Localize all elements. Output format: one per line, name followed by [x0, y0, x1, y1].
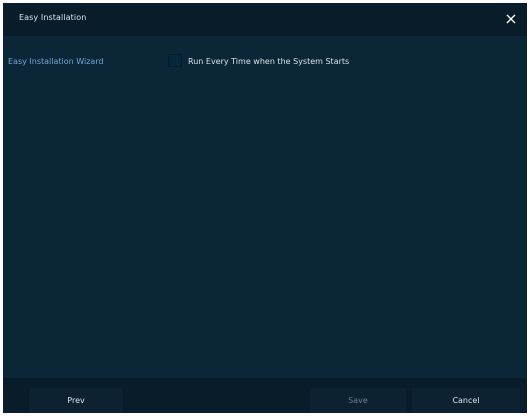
save-button[interactable]: Save	[310, 388, 406, 413]
easy-installation-dialog: Easy Installation × Easy Installation Wi…	[3, 3, 527, 413]
dialog-footer: Prev Save Cancel	[3, 378, 527, 413]
close-icon[interactable]: ×	[501, 9, 521, 29]
easy-installation-wizard-label: Easy Installation Wizard	[8, 57, 104, 66]
cancel-button[interactable]: Cancel	[412, 388, 520, 413]
dialog-titlebar: Easy Installation ×	[3, 3, 527, 36]
dialog-content: Easy Installation Wizard Run Every Time …	[3, 36, 527, 379]
run-every-time-checkbox[interactable]	[168, 54, 182, 67]
prev-button[interactable]: Prev	[29, 388, 123, 413]
dialog-title: Easy Installation	[19, 13, 87, 22]
run-every-time-label: Run Every Time when the System Starts	[188, 57, 350, 66]
